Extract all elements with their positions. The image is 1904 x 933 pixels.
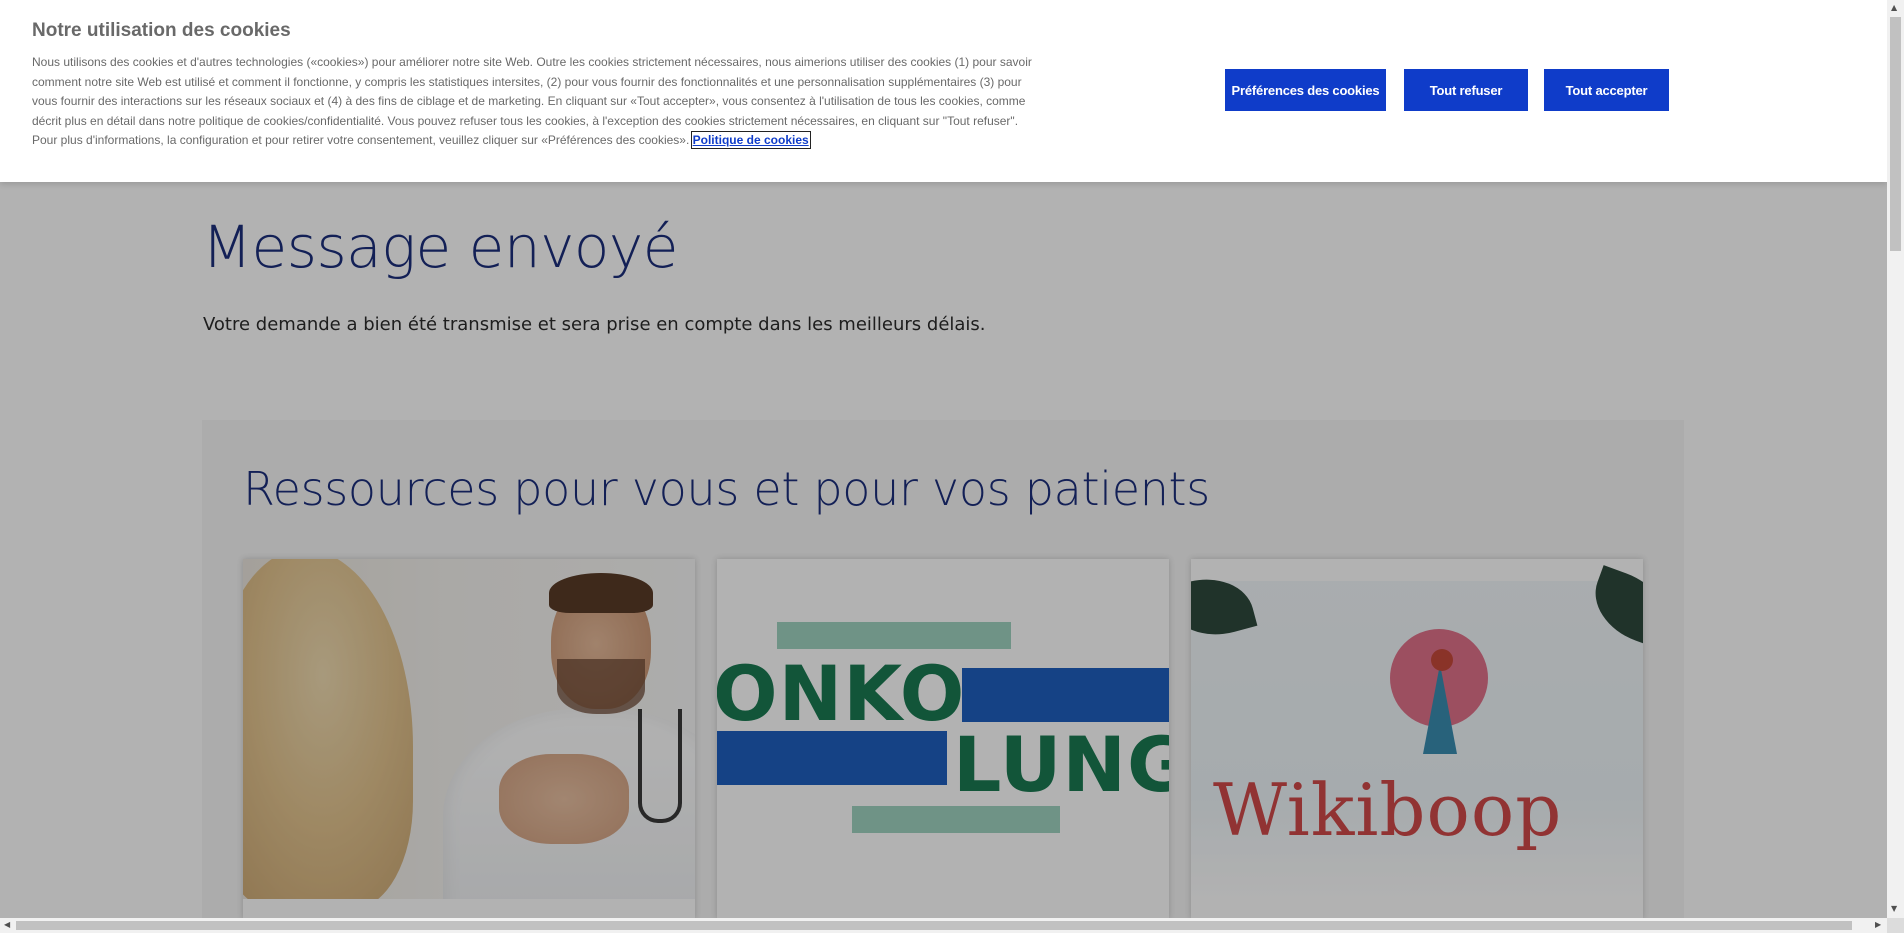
cookie-policy-link[interactable]: Politique de cookies (690, 131, 811, 150)
vertical-scrollbar-thumb[interactable] (1890, 17, 1901, 251)
scrollbar-corner (1887, 918, 1904, 933)
cookie-banner-description: Nous utilisons des cookies et d'autres t… (32, 53, 1032, 151)
vertical-scrollbar[interactable]: ▲ ▼ (1887, 0, 1904, 918)
arrow-right-icon[interactable]: ▶ (1875, 921, 1881, 929)
refuse-all-button[interactable]: Tout refuser (1404, 69, 1528, 111)
cookie-banner-title: Notre utilisation des cookies (32, 20, 291, 41)
cookie-description-text: Nous utilisons des cookies et d'autres t… (32, 55, 1032, 148)
cookie-banner: Notre utilisation des cookies Nous utili… (0, 0, 1887, 182)
arrow-up-icon[interactable]: ▲ (1891, 4, 1897, 12)
accept-all-button[interactable]: Tout accepter (1544, 69, 1669, 111)
horizontal-scrollbar-thumb[interactable] (16, 921, 1852, 930)
arrow-left-icon[interactable]: ◀ (4, 921, 10, 929)
cookie-preferences-button[interactable]: Préférences des cookies (1225, 69, 1386, 111)
horizontal-scrollbar[interactable]: ◀ ▶ (0, 918, 1887, 933)
arrow-down-icon[interactable]: ▼ (1891, 905, 1897, 913)
